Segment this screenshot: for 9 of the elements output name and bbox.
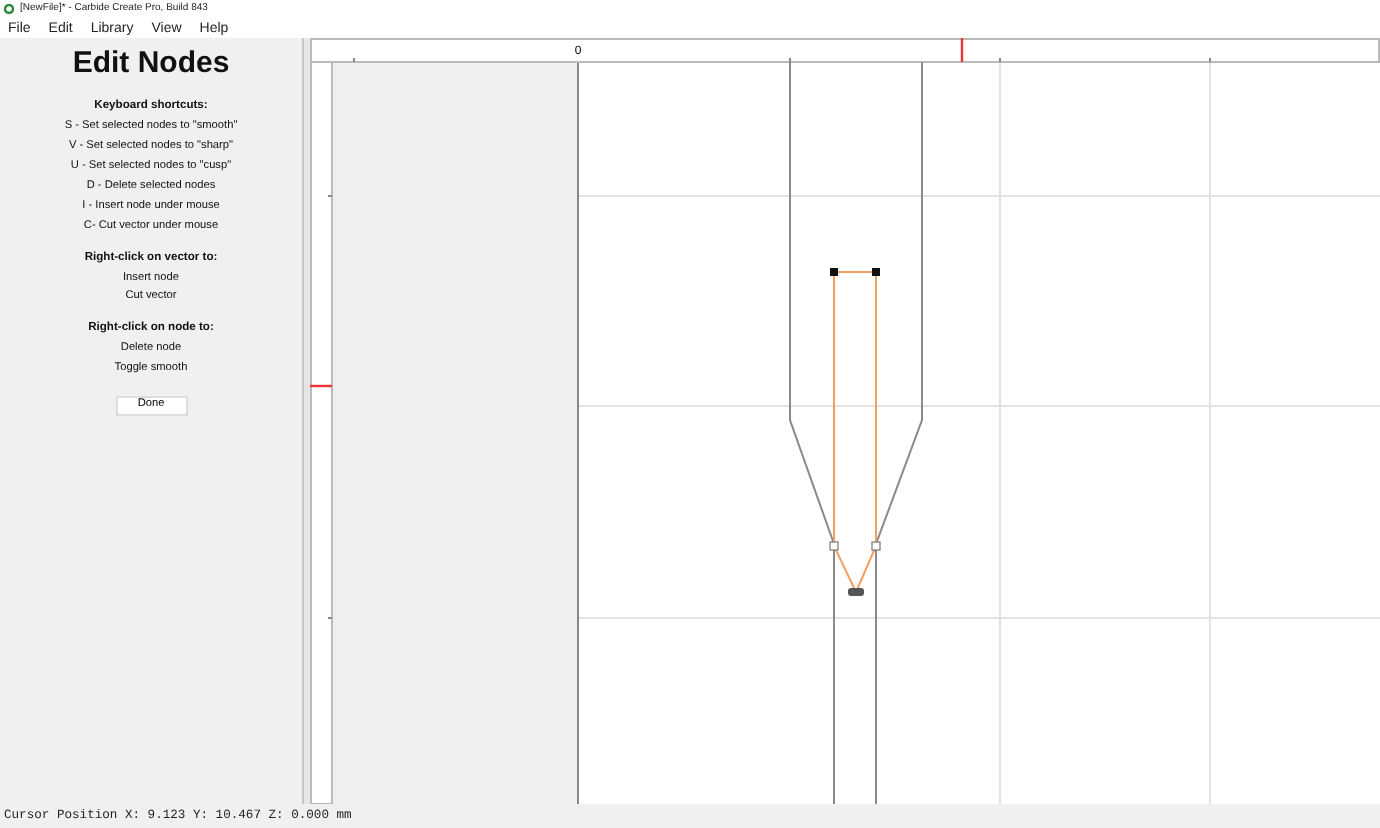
cursor-marker [960,38,964,62]
panel-title: Edit Nodes [70,48,232,78]
cursor-marker [310,384,332,388]
node-handle[interactable] [871,541,881,551]
app-icon [4,4,14,14]
node-handle[interactable] [848,588,864,596]
node-handle[interactable] [830,268,838,276]
node-handle[interactable] [829,541,839,551]
node-handle[interactable] [872,268,880,276]
